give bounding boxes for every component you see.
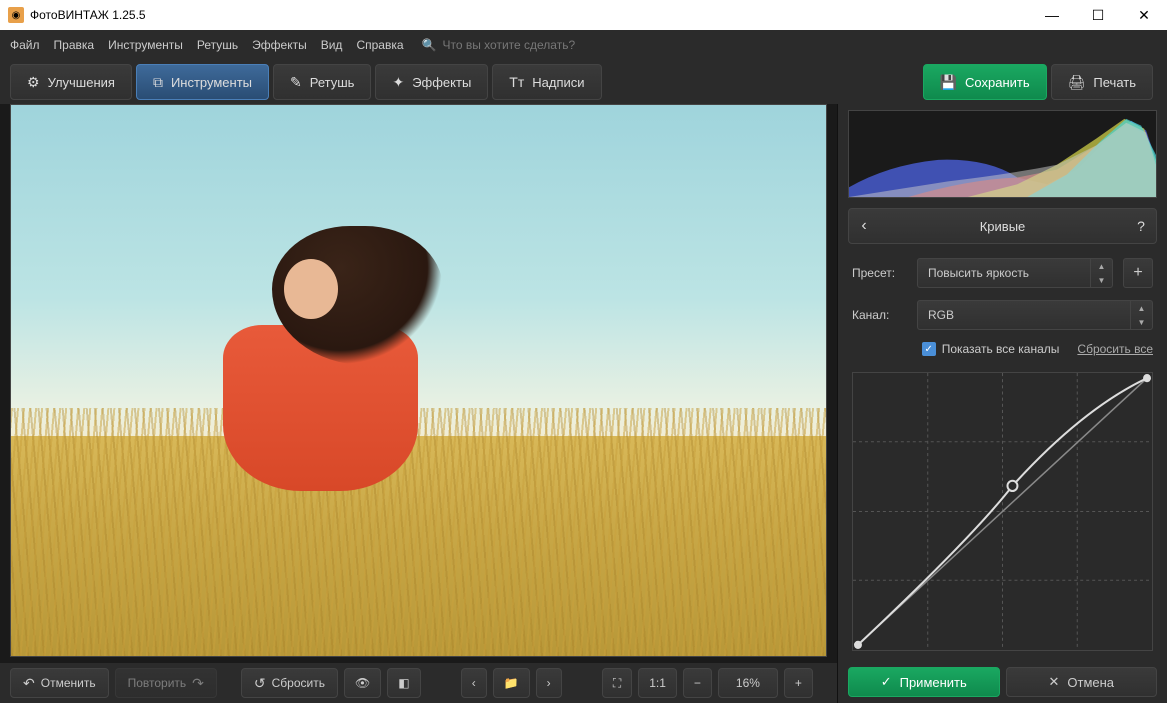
curves-editor[interactable] — [852, 372, 1153, 651]
fit-button[interactable]: ⛶ — [602, 668, 632, 698]
tab-effects[interactable]: ✦Эффекты — [375, 64, 488, 100]
menu-effects[interactable]: Эффекты — [252, 38, 307, 52]
print-button[interactable]: 🖨Печать — [1051, 64, 1153, 100]
print-icon: 🖨 — [1068, 74, 1086, 91]
compare-icon: ◧ — [398, 676, 409, 690]
channel-stepper[interactable]: ▲▼ — [1130, 301, 1152, 329]
redo-icon: ↷ — [192, 675, 204, 692]
reset-button[interactable]: ↺Сбросить — [241, 668, 338, 698]
menu-tools[interactable]: Инструменты — [108, 38, 183, 52]
menu-help[interactable]: Справка — [356, 38, 403, 52]
check-icon: ✓ — [881, 674, 892, 690]
browse-button[interactable]: 📁 — [493, 668, 530, 698]
titlebar: ◉ ФотоВИНТАЖ 1.25.5 — ☐ ✕ — [0, 0, 1167, 30]
channel-label: Канал: — [852, 308, 907, 322]
actual-size-button[interactable]: 1:1 — [638, 668, 677, 698]
histogram[interactable] — [848, 110, 1157, 198]
apply-bar: ✓Применить ✕Отмена — [838, 661, 1167, 703]
cancel-button[interactable]: ✕Отмена — [1006, 667, 1158, 697]
zoom-value[interactable]: 16% — [718, 668, 778, 698]
close-button[interactable]: ✕ — [1121, 0, 1167, 30]
undo-button[interactable]: ↶Отменить — [10, 668, 109, 698]
preset-label: Пресет: — [852, 266, 907, 280]
main-area: ↶Отменить Повторить↷ ↺Сбросить 👁 ◧ ‹ 📁 ›… — [0, 104, 837, 703]
prev-button[interactable]: ‹ — [461, 668, 487, 698]
menu-edit[interactable]: Правка — [54, 38, 95, 52]
save-icon: 💾 — [940, 74, 957, 91]
text-icon: Tᴛ — [509, 74, 524, 90]
redo-button[interactable]: Повторить↷ — [115, 668, 217, 698]
zoom-out-button[interactable]: − — [683, 668, 712, 698]
menu-retouch[interactable]: Ретушь — [197, 38, 238, 52]
panel-header: ‹ Кривые ? — [848, 208, 1157, 244]
app-logo-icon: ◉ — [8, 7, 24, 23]
bottom-toolbar: ↶Отменить Повторить↷ ↺Сбросить 👁 ◧ ‹ 📁 ›… — [0, 663, 837, 703]
fit-icon: ⛶ — [613, 676, 621, 691]
save-button[interactable]: 💾Сохранить — [923, 64, 1047, 100]
channel-select[interactable]: RGB ▲▼ — [917, 300, 1153, 330]
search-icon: 🔍 — [422, 38, 437, 52]
sidebar: ‹ Кривые ? Пресет: Повысить яркость ▲▼ +… — [837, 104, 1167, 703]
chevron-right-icon: › — [547, 676, 551, 690]
preview-button[interactable]: 👁 — [344, 668, 381, 698]
image-canvas[interactable] — [10, 104, 827, 657]
crop-icon: ⧉ — [153, 74, 163, 91]
apply-button[interactable]: ✓Применить — [848, 667, 1000, 697]
compare-button[interactable]: ◧ — [387, 668, 420, 698]
channel-value: RGB — [928, 308, 954, 322]
search-placeholder: Что вы хотите сделать? — [442, 38, 575, 52]
check-icon: ✓ — [922, 342, 936, 356]
window-title: ФотоВИНТАЖ 1.25.5 — [30, 8, 146, 22]
help-button[interactable]: ? — [1126, 218, 1156, 234]
eye-icon: 👁 — [355, 676, 370, 690]
menubar: Файл Правка Инструменты Ретушь Эффекты В… — [0, 30, 1167, 60]
folder-icon: 📁 — [504, 676, 519, 690]
search-box[interactable]: 🔍 Что вы хотите сделать? — [422, 38, 576, 52]
menu-view[interactable]: Вид — [321, 38, 343, 52]
tab-enhance[interactable]: ⚙Улучшения — [10, 64, 132, 100]
tab-tools[interactable]: ⧉Инструменты — [136, 64, 269, 100]
show-all-label: Показать все каналы — [942, 342, 1060, 356]
wand-icon: ✦ — [392, 74, 404, 91]
chevron-left-icon: ‹ — [472, 676, 476, 690]
show-all-channels-checkbox[interactable]: ✓ Показать все каналы — [922, 342, 1060, 356]
next-button[interactable]: › — [536, 668, 562, 698]
ratio-label: 1:1 — [649, 676, 666, 690]
x-icon: ✕ — [1048, 674, 1059, 690]
reset-all-link[interactable]: Сбросить все — [1077, 342, 1153, 356]
undo-icon: ↶ — [23, 675, 35, 692]
back-button[interactable]: ‹ — [849, 217, 879, 235]
preset-value: Повысить яркость — [928, 266, 1029, 280]
toolbar: ⚙Улучшения ⧉Инструменты ✎Ретушь ✦Эффекты… — [0, 60, 1167, 104]
minimize-button[interactable]: — — [1029, 0, 1075, 30]
preset-select[interactable]: Повысить яркость ▲▼ — [917, 258, 1113, 288]
brush-icon: ✎ — [290, 74, 302, 91]
add-preset-button[interactable]: + — [1123, 258, 1153, 288]
maximize-button[interactable]: ☐ — [1075, 0, 1121, 30]
panel-body: Пресет: Повысить яркость ▲▼ + Канал: RGB… — [838, 248, 1167, 661]
reset-icon: ↺ — [254, 675, 266, 692]
zoom-in-button[interactable]: + — [784, 668, 813, 698]
plus-icon: + — [795, 676, 802, 690]
tab-text[interactable]: TᴛНадписи — [492, 64, 601, 100]
minus-icon: − — [694, 676, 701, 690]
photo-preview — [11, 105, 826, 656]
menu-file[interactable]: Файл — [10, 38, 40, 52]
sliders-icon: ⚙ — [27, 74, 40, 91]
tab-retouch[interactable]: ✎Ретушь — [273, 64, 371, 100]
panel-title: Кривые — [879, 219, 1126, 234]
preset-stepper[interactable]: ▲▼ — [1090, 259, 1112, 287]
